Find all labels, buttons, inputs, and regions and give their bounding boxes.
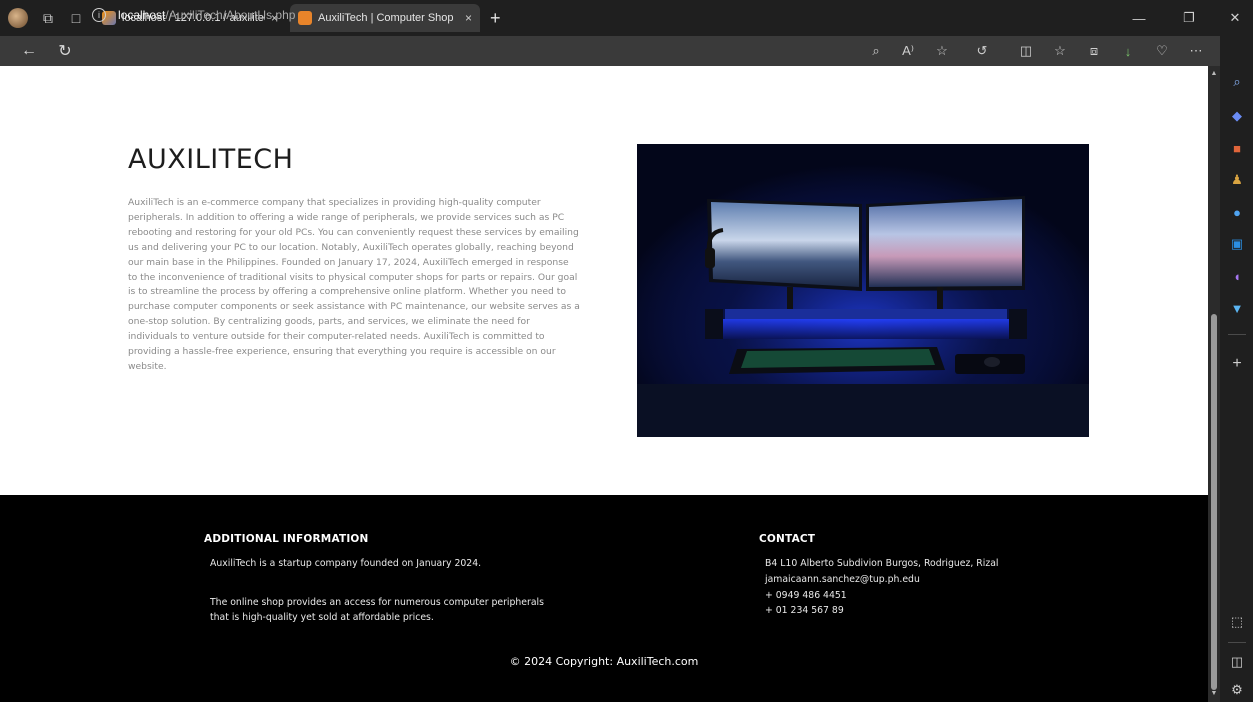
screenshot-icon[interactable]: ⬚ bbox=[1227, 612, 1247, 632]
profile-icon[interactable] bbox=[0, 4, 28, 32]
contact-phone: + 0949 486 4451 bbox=[765, 590, 847, 601]
sidebar-settings-icon[interactable]: ⚙ bbox=[1227, 680, 1247, 700]
copyright: © 2024 Copyright: AuxiliTech.com bbox=[509, 655, 699, 668]
workspaces-icon[interactable]: ⧉ bbox=[34, 4, 62, 32]
sidebar-divider bbox=[1228, 334, 1246, 335]
favorites-icon[interactable]: ☆ bbox=[1046, 36, 1074, 66]
search-icon[interactable]: ⌕ bbox=[1227, 72, 1247, 92]
about-section: AUXILITECH AuxiliTech is an e-commerce c… bbox=[0, 66, 1208, 495]
add-sidebar-app-icon[interactable]: + bbox=[1227, 354, 1247, 374]
additional-info-line: that is high-quality yet sold at afforda… bbox=[210, 612, 434, 623]
contact-email[interactable]: jamaicaann.sanchez@tup.ph.edu bbox=[765, 573, 920, 587]
gaming-setup-image bbox=[637, 144, 1089, 437]
designer-icon[interactable]: ◖ bbox=[1227, 266, 1247, 286]
outlook-icon[interactable]: ▣ bbox=[1227, 234, 1247, 254]
page-scrollbar[interactable]: ▲ ▼ bbox=[1208, 66, 1220, 702]
minimize-icon[interactable]: — bbox=[1116, 0, 1162, 36]
drop-icon[interactable]: ▼ bbox=[1227, 298, 1247, 318]
url-host: localhost bbox=[118, 8, 166, 22]
collections-icon[interactable]: ⧈ bbox=[1080, 36, 1108, 66]
scrollbar-thumb[interactable] bbox=[1211, 314, 1217, 690]
additional-info-title: ADDITIONAL INFORMATION bbox=[204, 533, 369, 545]
back-arrow-icon[interactable]: ← bbox=[14, 36, 44, 66]
refresh-icon[interactable]: ↻ bbox=[50, 36, 80, 66]
edge-sidebar: ⌕ ◆ ■ ♟ ● ▣ ◖ ▼ + ⬚ ◫ ⚙ bbox=[1220, 36, 1253, 702]
about-description: AuxiliTech is an e-commerce company that… bbox=[128, 197, 580, 372]
page-viewport: AUXILITECH AuxiliTech is an e-commerce c… bbox=[0, 66, 1208, 702]
contact-phone: + 01 234 567 89 bbox=[765, 605, 844, 616]
read-aloud-icon[interactable]: A⁾ bbox=[894, 36, 922, 66]
split-screen-icon[interactable]: ◫ bbox=[1012, 36, 1040, 66]
star-icon[interactable]: ☆ bbox=[928, 36, 956, 66]
site-footer: ADDITIONAL INFORMATION AuxiliTech is a s… bbox=[0, 495, 1208, 702]
extensions-icon[interactable]: ↺ bbox=[968, 36, 996, 66]
contact-address: B4 L10 Alberto Subdivion Burgos, Rodrigu… bbox=[765, 558, 999, 569]
scroll-down-icon[interactable]: ▼ bbox=[1210, 690, 1218, 697]
zoom-icon[interactable]: ⌕ bbox=[862, 36, 890, 66]
tools-icon[interactable]: ■ bbox=[1227, 138, 1247, 158]
more-icon[interactable]: ⋯ bbox=[1182, 36, 1210, 66]
contact-title: CONTACT bbox=[759, 533, 816, 545]
additional-info-line: AuxiliTech is a startup company founded … bbox=[210, 558, 482, 569]
restore-icon[interactable]: ❐ bbox=[1166, 0, 1212, 36]
hide-sidebar-icon[interactable]: ◫ bbox=[1227, 652, 1247, 672]
downloads-icon[interactable]: ↓ bbox=[1114, 36, 1142, 66]
close-window-icon[interactable]: ✕ bbox=[1212, 0, 1253, 36]
url-path: /AuxiliTech/AboutUs.php bbox=[165, 8, 296, 22]
games-icon[interactable]: ♟ bbox=[1227, 170, 1247, 190]
site-info-icon[interactable]: i bbox=[92, 8, 106, 22]
browser-essentials-icon[interactable]: ♡ bbox=[1148, 36, 1176, 66]
scroll-up-icon[interactable]: ▲ bbox=[1210, 70, 1218, 77]
address-bar[interactable]: i localhost/AuxiliTech/AboutUs.php bbox=[92, 3, 952, 27]
setup-illustration bbox=[637, 144, 1089, 437]
additional-info-line: The online shop provides an access for n… bbox=[210, 597, 544, 608]
about-heading: AUXILITECH bbox=[128, 144, 294, 175]
sidebar-divider bbox=[1228, 642, 1246, 643]
tab-actions-icon[interactable]: □ bbox=[62, 4, 90, 32]
shopping-tag-icon[interactable]: ◆ bbox=[1227, 106, 1247, 126]
microsoft365-icon[interactable]: ● bbox=[1227, 202, 1247, 222]
